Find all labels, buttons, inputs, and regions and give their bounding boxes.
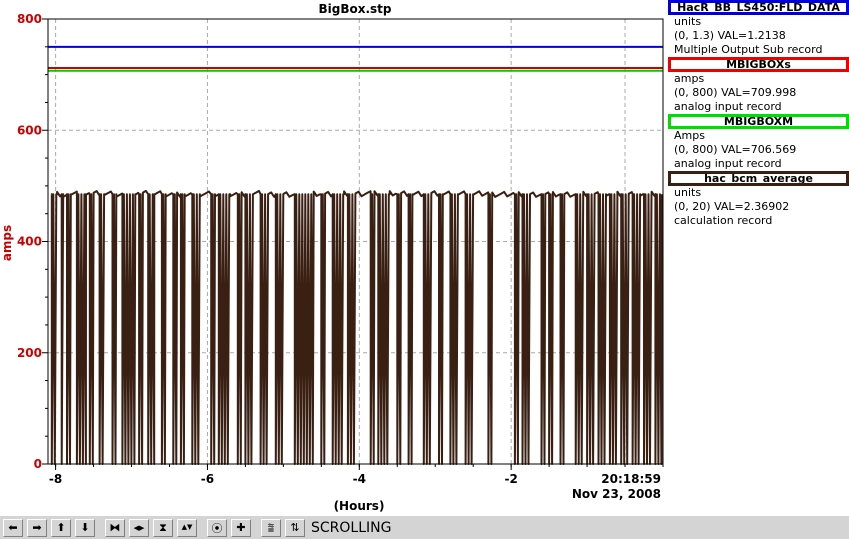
legend-units: Amps xyxy=(674,129,705,142)
legend-entry[interactable]: MBIGBOXs amps (0, 800) VAL=709.998 analo… xyxy=(668,57,849,114)
zoom-in-horizontal-icon[interactable]: ⧓ xyxy=(105,518,125,537)
zoom-out-vertical-icon[interactable]: ▲▼ xyxy=(177,518,197,537)
legend-series-name[interactable]: HacR_BB_LS450:FLD_DATA xyxy=(668,0,849,15)
legend-entry[interactable]: HacR_BB_LS450:FLD_DATA units (0, 1.3) VA… xyxy=(668,0,849,57)
legend-range: (0, 20) VAL=2.36902 xyxy=(674,200,790,213)
time-label: 20:18:59 xyxy=(601,472,661,486)
legend: HacR_BB_LS450:FLD_DATA units (0, 1.3) VA… xyxy=(668,0,849,228)
legend-range: (0, 1.3) VAL=1.2138 xyxy=(674,29,786,42)
legend-units: units xyxy=(674,186,702,199)
x-tick-label: -8 xyxy=(49,472,62,486)
legend-units: units xyxy=(674,15,702,28)
zoom-in-vertical-icon[interactable]: ⧗ xyxy=(153,518,173,537)
x-axis-label: (Hours) xyxy=(334,499,385,513)
scroll-up-icon[interactable]: ⬆ xyxy=(51,518,71,537)
scroll-left-icon[interactable]: ⬅ xyxy=(3,518,23,537)
status-label: SCROLLING xyxy=(311,519,392,536)
chart-title: BigBox.stp xyxy=(318,2,391,16)
y-axis-ticks: 0 200 400 600 800 xyxy=(17,12,48,471)
y-tick-label: 200 xyxy=(17,346,42,360)
y-tick-label: 0 xyxy=(34,457,42,471)
scroll-down-icon[interactable]: ⬇ xyxy=(75,518,95,537)
y-tick-label: 600 xyxy=(17,123,42,137)
scroll-mode-icon[interactable]: ⇅ xyxy=(285,518,305,537)
x-tick-label: -6 xyxy=(201,472,214,486)
toolbar: ⬅ ➡ ⬆ ⬇ ⧓ ◀▶ ⧗ ▲▼ ⦿ ✚ ⩰ ⇅ SCROLLING xyxy=(0,515,849,539)
legend-description: Multiple Output Sub record xyxy=(674,43,823,56)
y-tick-label: 400 xyxy=(17,235,42,249)
date-label: Nov 23, 2008 xyxy=(572,487,661,501)
y-axis-label: amps xyxy=(0,225,14,261)
scroll-right-icon[interactable]: ➡ xyxy=(27,518,47,537)
legend-series-name[interactable]: MBIGBOXs xyxy=(668,57,849,72)
add-icon[interactable]: ✚ xyxy=(231,518,251,537)
reset-view-icon[interactable]: ⩰ xyxy=(261,518,281,537)
y-tick-label: 800 xyxy=(17,12,42,26)
legend-series-name[interactable]: hac_bcm_average xyxy=(668,171,849,186)
zoom-out-horizontal-icon[interactable]: ◀▶ xyxy=(129,518,149,537)
legend-description: analog input record xyxy=(674,157,782,170)
stop-icon[interactable]: ⦿ xyxy=(207,518,227,537)
legend-units: amps xyxy=(674,72,705,85)
x-axis-ticks: -8 -6 -4 -2 xyxy=(49,464,664,486)
legend-entry[interactable]: hac_bcm_average units (0, 20) VAL=2.3690… xyxy=(668,171,849,228)
x-tick-label: -4 xyxy=(353,472,366,486)
legend-range: (0, 800) VAL=706.569 xyxy=(674,143,797,156)
legend-range: (0, 800) VAL=709.998 xyxy=(674,86,797,99)
legend-series-name[interactable]: MBIGBOXM xyxy=(668,114,849,129)
legend-description: analog input record xyxy=(674,100,782,113)
x-tick-label: -2 xyxy=(504,472,517,486)
legend-entry[interactable]: MBIGBOXM Amps (0, 800) VAL=706.569 analo… xyxy=(668,114,849,171)
legend-description: calculation record xyxy=(674,214,773,227)
